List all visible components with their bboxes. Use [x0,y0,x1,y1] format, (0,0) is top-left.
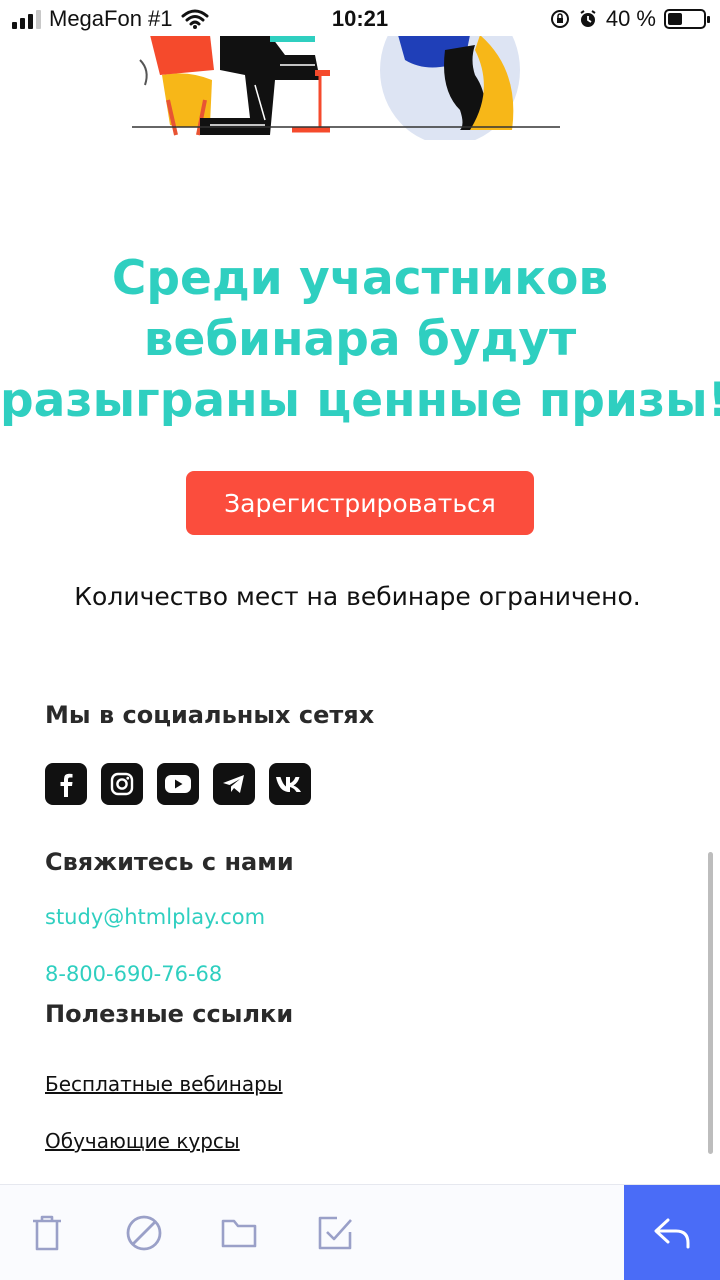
link-courses[interactable]: Обучающие курсы [45,1129,240,1153]
trash-icon[interactable] [21,1207,73,1259]
alarm-icon [580,10,596,27]
page-headline: Среди участников вебинара будут разыгран… [0,248,720,431]
reply-icon [654,1218,690,1248]
social-icons [45,763,311,805]
link-free-webinars[interactable]: Бесплатные вебинары [45,1072,283,1096]
reply-button[interactable] [624,1185,720,1280]
battery-icon [664,9,710,29]
telegram-icon[interactable] [213,763,255,805]
facebook-icon[interactable] [45,763,87,805]
mail-toolbar [0,1184,720,1280]
webinar-illustration [132,30,560,140]
instagram-icon[interactable] [101,763,143,805]
scrollbar[interactable] [708,852,713,1154]
headline-line-2: вебинара будут [143,312,577,367]
headline-line-3: разыграны ценные призы! [0,373,720,428]
headline-line-1: Среди участников [111,251,609,306]
battery-percent: 40 % [605,6,656,31]
mark-done-icon[interactable] [309,1207,361,1259]
rotation-lock-icon [550,10,569,28]
register-button[interactable]: Зарегистрироваться [186,471,534,535]
status-bar: MegaFon #1 10:21 40 % [0,0,720,36]
status-right: 40 % [550,6,710,32]
contact-email-link[interactable]: study@htmlplay.com [45,905,265,929]
folder-icon[interactable] [213,1207,265,1259]
limited-seats-notice: Количество мест на вебинаре ограничено. [74,582,641,611]
youtube-icon[interactable] [157,763,199,805]
vk-icon[interactable] [269,763,311,805]
contact-section-title: Свяжитесь с нами [45,848,294,876]
links-section-title: Полезные ссылки [45,1000,294,1028]
social-section-title: Мы в социальных сетях [45,701,375,729]
block-icon[interactable] [118,1207,170,1259]
contact-phone-link[interactable]: 8-800-690-76-68 [45,962,222,986]
